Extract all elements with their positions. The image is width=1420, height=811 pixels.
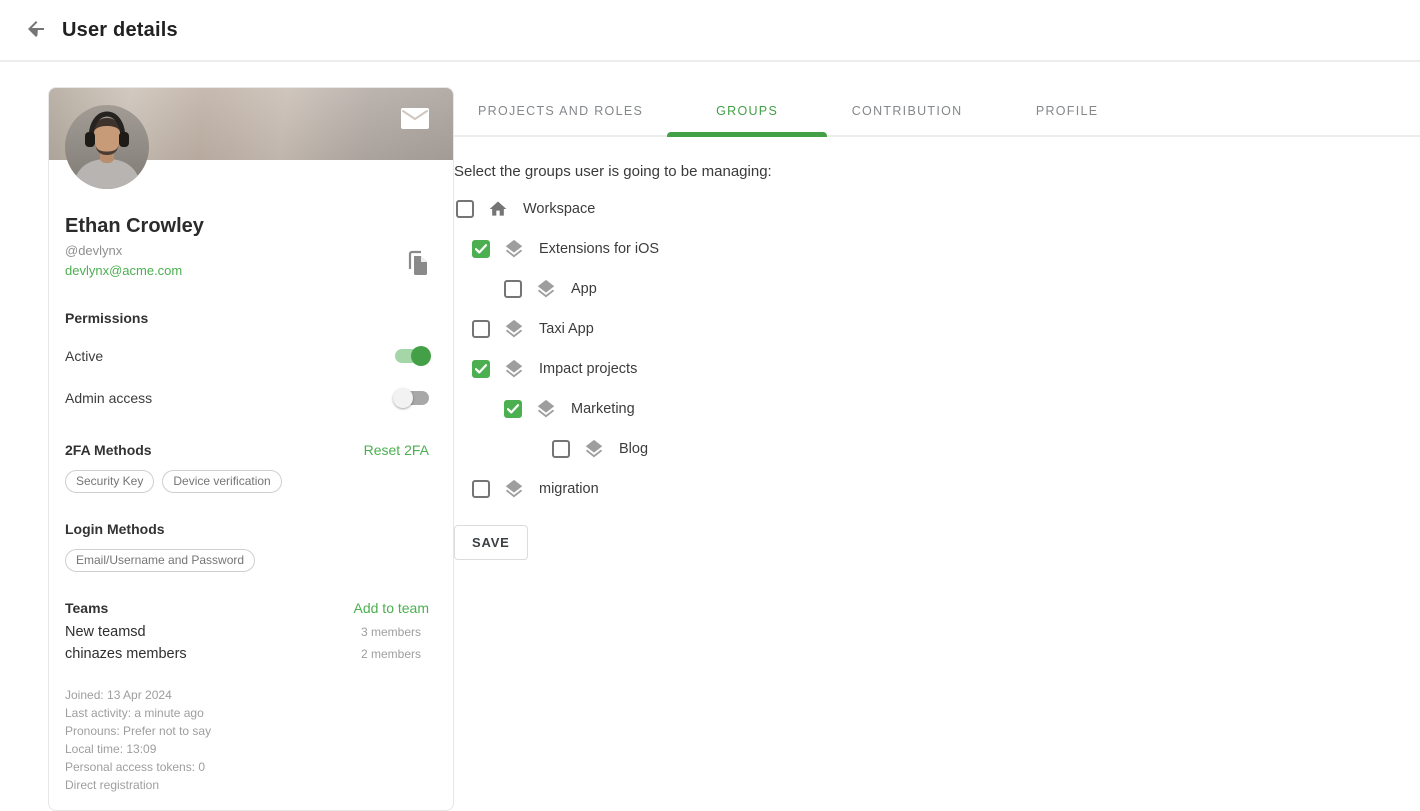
permission-row: Active <box>65 340 429 372</box>
avatar <box>65 105 149 189</box>
tab-projects-and-roles[interactable]: PROJECTS AND ROLES <box>454 87 667 135</box>
copy-icon <box>407 264 429 279</box>
permission-label: Active <box>65 348 103 364</box>
layers-icon <box>503 358 525 380</box>
team-name: chinazes members <box>65 646 187 662</box>
groups-panel: PROJECTS AND ROLES GROUPS CONTRIBUTION P… <box>454 87 1420 560</box>
toggle-knob <box>411 346 431 366</box>
group-checkbox[interactable] <box>472 480 490 498</box>
tab-profile[interactable]: PROFILE <box>987 87 1147 135</box>
group-tree-row-taxi-app: Taxi App <box>472 309 1420 349</box>
team-members-count: 3 members <box>361 625 429 639</box>
permissions-heading: Permissions <box>65 310 429 326</box>
groups-instruction: Select the groups user is going to be ma… <box>454 163 1420 180</box>
groups-tree: Workspace Extensions for iOS App Taxi Ap… <box>454 189 1420 509</box>
user-meta: Joined: 13 Apr 2024Last activity: a minu… <box>65 686 429 794</box>
group-label: Marketing <box>571 401 635 417</box>
meta-line: Personal access tokens: 0 <box>65 758 429 776</box>
group-label: Extensions for iOS <box>539 241 659 257</box>
send-email-button[interactable] <box>401 108 429 129</box>
meta-line: Pronouns: Prefer not to say <box>65 722 429 740</box>
home-icon <box>487 199 509 219</box>
group-checkbox[interactable] <box>504 280 522 298</box>
group-tree-row-app: App <box>504 269 1420 309</box>
toggle-active[interactable] <box>395 349 429 363</box>
tab-label: CONTRIBUTION <box>852 104 963 118</box>
user-card: Ethan Crowley @devlynx devlynx@acme.com … <box>48 87 454 811</box>
save-button[interactable]: SAVE <box>454 525 528 560</box>
chip-security-key: Security Key <box>65 470 154 493</box>
group-checkbox[interactable] <box>472 360 490 378</box>
twofa-heading: 2FA Methods <box>65 442 152 458</box>
teams-heading: Teams <box>65 600 108 616</box>
login-methods-section: Login Methods Email/Username and Passwor… <box>65 521 429 572</box>
team-members-count: 2 members <box>361 647 429 661</box>
group-label: App <box>571 281 597 297</box>
permission-row: Admin access <box>65 382 429 414</box>
user-name: Ethan Crowley <box>65 214 429 238</box>
permission-label: Admin access <box>65 390 152 406</box>
group-checkbox[interactable] <box>472 320 490 338</box>
active-tab-underline <box>667 132 827 137</box>
meta-line: Last activity: a minute ago <box>65 704 429 722</box>
layers-icon <box>583 438 605 460</box>
back-arrow-icon <box>24 17 48 44</box>
permissions-section: Permissions Active Admin access <box>65 310 429 414</box>
group-label: migration <box>539 481 599 497</box>
group-tree-row-blog: Blog <box>552 429 1420 469</box>
layers-icon <box>535 278 557 300</box>
add-to-team-link[interactable]: Add to team <box>354 600 430 616</box>
group-label: Taxi App <box>539 321 594 337</box>
chip-device-verification: Device verification <box>162 470 281 493</box>
mail-icon <box>401 117 429 132</box>
copy-email-button[interactable] <box>407 250 429 276</box>
meta-line: Joined: 13 Apr 2024 <box>65 686 429 704</box>
header: User details <box>0 0 1420 62</box>
toggle-admin-access[interactable] <box>395 391 429 405</box>
group-label: Workspace <box>523 201 595 217</box>
group-checkbox[interactable] <box>504 400 522 418</box>
group-tree-row-migration: migration <box>472 469 1420 509</box>
chip-email-username-and-password: Email/Username and Password <box>65 549 255 572</box>
meta-line: Direct registration <box>65 776 429 794</box>
back-button[interactable] <box>24 18 48 42</box>
tab-label: PROFILE <box>1036 104 1099 118</box>
tab-label: GROUPS <box>716 104 778 118</box>
user-username: @devlynx <box>65 243 429 258</box>
user-email-link[interactable]: devlynx@acme.com <box>65 263 182 278</box>
tab-label: PROJECTS AND ROLES <box>478 104 643 118</box>
toggle-knob <box>393 388 413 408</box>
page-title: User details <box>62 19 178 42</box>
layers-icon <box>503 318 525 340</box>
team-row: chinazes members 2 members <box>65 646 429 662</box>
tab-bar: PROJECTS AND ROLES GROUPS CONTRIBUTION P… <box>454 87 1420 137</box>
login-methods-heading: Login Methods <box>65 521 429 537</box>
teams-section: Teams Add to team New teamsd 3 members c… <box>65 600 429 662</box>
group-checkbox[interactable] <box>456 200 474 218</box>
group-label: Impact projects <box>539 361 637 377</box>
layers-icon <box>503 238 525 260</box>
team-row: New teamsd 3 members <box>65 624 429 640</box>
layers-icon <box>535 398 557 420</box>
tab-contribution[interactable]: CONTRIBUTION <box>827 87 987 135</box>
group-tree-row-impact-projects: Impact projects <box>472 349 1420 389</box>
reset-2fa-link[interactable]: Reset 2FA <box>364 442 429 458</box>
group-tree-row-extensions-for-ios: Extensions for iOS <box>472 229 1420 269</box>
meta-line: Local time: 13:09 <box>65 740 429 758</box>
layers-icon <box>503 478 525 500</box>
tab-groups[interactable]: GROUPS <box>667 87 827 135</box>
group-tree-row-marketing: Marketing <box>504 389 1420 429</box>
group-label: Blog <box>619 441 648 457</box>
group-tree-row-workspace: Workspace <box>456 189 1420 229</box>
team-name: New teamsd <box>65 624 146 640</box>
group-checkbox[interactable] <box>552 440 570 458</box>
group-checkbox[interactable] <box>472 240 490 258</box>
twofa-section: 2FA Methods Reset 2FA Security Key Device… <box>65 442 429 493</box>
